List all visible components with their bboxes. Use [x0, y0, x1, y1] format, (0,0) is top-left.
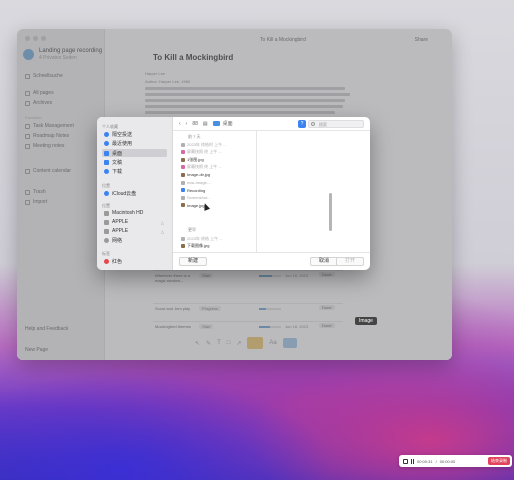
desktop-icon: [104, 150, 109, 156]
file-name: 屏幕快照 终 上午 ...: [187, 149, 222, 155]
file-icon: [181, 195, 185, 200]
recording-bar: 00:00:31 / 00:00:00 结束录制: [399, 455, 512, 467]
file-name: 2023年 终结 上午 ...: [187, 235, 223, 241]
dialog-sidebar-item[interactable]: Macintosh HD: [102, 209, 167, 217]
file-item[interactable]: 下载图像.jpg: [181, 243, 255, 250]
dialog-sidebar-item[interactable]: 网络: [102, 236, 167, 244]
end-recording-button[interactable]: 结束录制: [488, 457, 510, 465]
item-label: 桌面: [112, 150, 123, 157]
scrollbar[interactable]: [329, 193, 332, 231]
dialog-search-field[interactable]: 搜索: [308, 120, 364, 128]
file-name: Image-dir.jpg: [187, 172, 211, 178]
dialog-footer: 新建 取消 打开: [173, 252, 370, 270]
search-icon: [311, 122, 315, 126]
file-item[interactable]: 2023年 终结 上午 ...: [181, 235, 255, 242]
item-label: 网络: [112, 237, 123, 244]
dialog-sidebar: 个人收藏 隔空投送 最近使用 桌面 文稿 下载 位置 iCloud云盘 位置 M…: [97, 117, 173, 270]
disk-icon: [104, 219, 109, 225]
item-label: APPLE: [112, 228, 129, 234]
dialog-sidebar-item[interactable]: 下载: [102, 167, 167, 175]
item-label: APPLE: [112, 219, 129, 225]
file-list: 前 7 天 2023年 终结时 上午 ... 屏幕快照 终 上午 ... 1张图.j…: [173, 131, 332, 252]
file-icon: [181, 236, 185, 241]
file-name: Screenshot...: [187, 195, 211, 201]
forward-icon[interactable]: ›: [186, 121, 188, 127]
file-item[interactable]: 屏幕快照 终 上午 ...: [181, 149, 255, 156]
file-icon: [181, 244, 185, 249]
disk-icon: [104, 228, 109, 234]
file-icon: [181, 172, 185, 177]
disk-icon: [104, 210, 109, 216]
elapsed-time: 00:00:31: [417, 458, 433, 464]
clock-icon: [104, 140, 109, 146]
location-label: 桌面: [222, 121, 233, 127]
file-icon: [181, 203, 185, 208]
file-name: 下载图像.jpg: [187, 243, 210, 249]
back-icon[interactable]: ‹: [179, 121, 181, 127]
folder-icon: [212, 121, 220, 126]
dialog-sidebar-item[interactable]: 最近使用: [102, 139, 167, 147]
file-item[interactable]: mac-image-...: [181, 179, 255, 186]
airdrop-icon: [104, 131, 109, 137]
cancel-button[interactable]: 取消: [310, 257, 339, 266]
cloud-icon: [104, 190, 109, 196]
help-button[interactable]: ?: [298, 120, 306, 128]
new-folder-button[interactable]: 新建: [179, 257, 208, 266]
item-label: 红色: [112, 258, 123, 265]
file-item[interactable]: Image.jpg: [181, 202, 255, 209]
pause-icon[interactable]: [411, 458, 414, 464]
view-mode-button[interactable]: 88: [192, 121, 198, 127]
file-name: 屏幕快照 终 上午 ...: [187, 164, 222, 170]
file-icon: [181, 150, 185, 155]
file-icon: [181, 142, 185, 147]
eject-icon[interactable]: △: [161, 220, 164, 225]
file-name: Recording: [187, 187, 206, 193]
file-item[interactable]: Recording: [181, 187, 255, 194]
dialog-sidebar-item[interactable]: 文稿: [102, 158, 167, 166]
dialog-sidebar-item[interactable]: APPLE △: [102, 227, 167, 235]
file-item[interactable]: 屏幕快照 终 上午 ...: [181, 164, 255, 171]
search-placeholder: 搜索: [319, 122, 327, 127]
time-separator: /: [435, 458, 437, 464]
total-time: 00:00:00: [439, 458, 456, 464]
image-tooltip: Image: [355, 317, 377, 325]
item-label: iCloud云盘: [112, 190, 137, 197]
file-name: 1张图.jpg: [187, 156, 204, 162]
item-label: Macintosh HD: [112, 210, 144, 216]
open-button[interactable]: 打开: [336, 257, 365, 266]
file-group-heading: 前 7 天: [188, 134, 201, 139]
item-label: 最近使用: [112, 140, 133, 147]
file-item[interactable]: 2023年 终结时 上午 ...: [181, 141, 255, 148]
dialog-sidebar-item[interactable]: iCloud云盘: [102, 189, 167, 197]
folder-icon: [181, 188, 185, 193]
item-label: 文稿: [112, 159, 123, 166]
network-icon: [104, 237, 109, 243]
file-item[interactable]: Image-dir.jpg: [181, 171, 255, 178]
item-label: 隔空投送: [112, 131, 133, 138]
dialog-sidebar-item[interactable]: APPLE △: [102, 218, 167, 226]
file-icon: [181, 180, 185, 185]
dialog-sidebar-item[interactable]: 红色: [102, 257, 167, 265]
document-icon: [104, 159, 109, 165]
download-icon: [104, 168, 109, 174]
file-open-dialog: 个人收藏 隔空投送 最近使用 桌面 文稿 下载 位置 iCloud云盘 位置 M…: [97, 117, 370, 270]
dialog-sidebar-item-selected[interactable]: 桌面: [102, 149, 167, 157]
eject-icon[interactable]: △: [161, 229, 164, 234]
item-label: 下载: [112, 168, 123, 175]
file-icon: [181, 165, 185, 170]
file-item[interactable]: 1张图.jpg: [181, 156, 255, 163]
tag-icon: [104, 258, 109, 264]
file-icon: [181, 157, 185, 162]
file-name: mac-image-...: [187, 180, 212, 185]
dialog-sidebar-item[interactable]: 隔空投送: [102, 130, 167, 138]
file-item[interactable]: Screenshot...: [181, 194, 255, 201]
file-name: 2023年 终结时 上午 ...: [187, 141, 227, 147]
file-group-heading: 更早: [188, 227, 196, 232]
location-popup[interactable]: 桌面: [212, 120, 233, 127]
group-mode-icon[interactable]: ▤: [203, 121, 208, 127]
stop-icon[interactable]: [403, 458, 408, 464]
